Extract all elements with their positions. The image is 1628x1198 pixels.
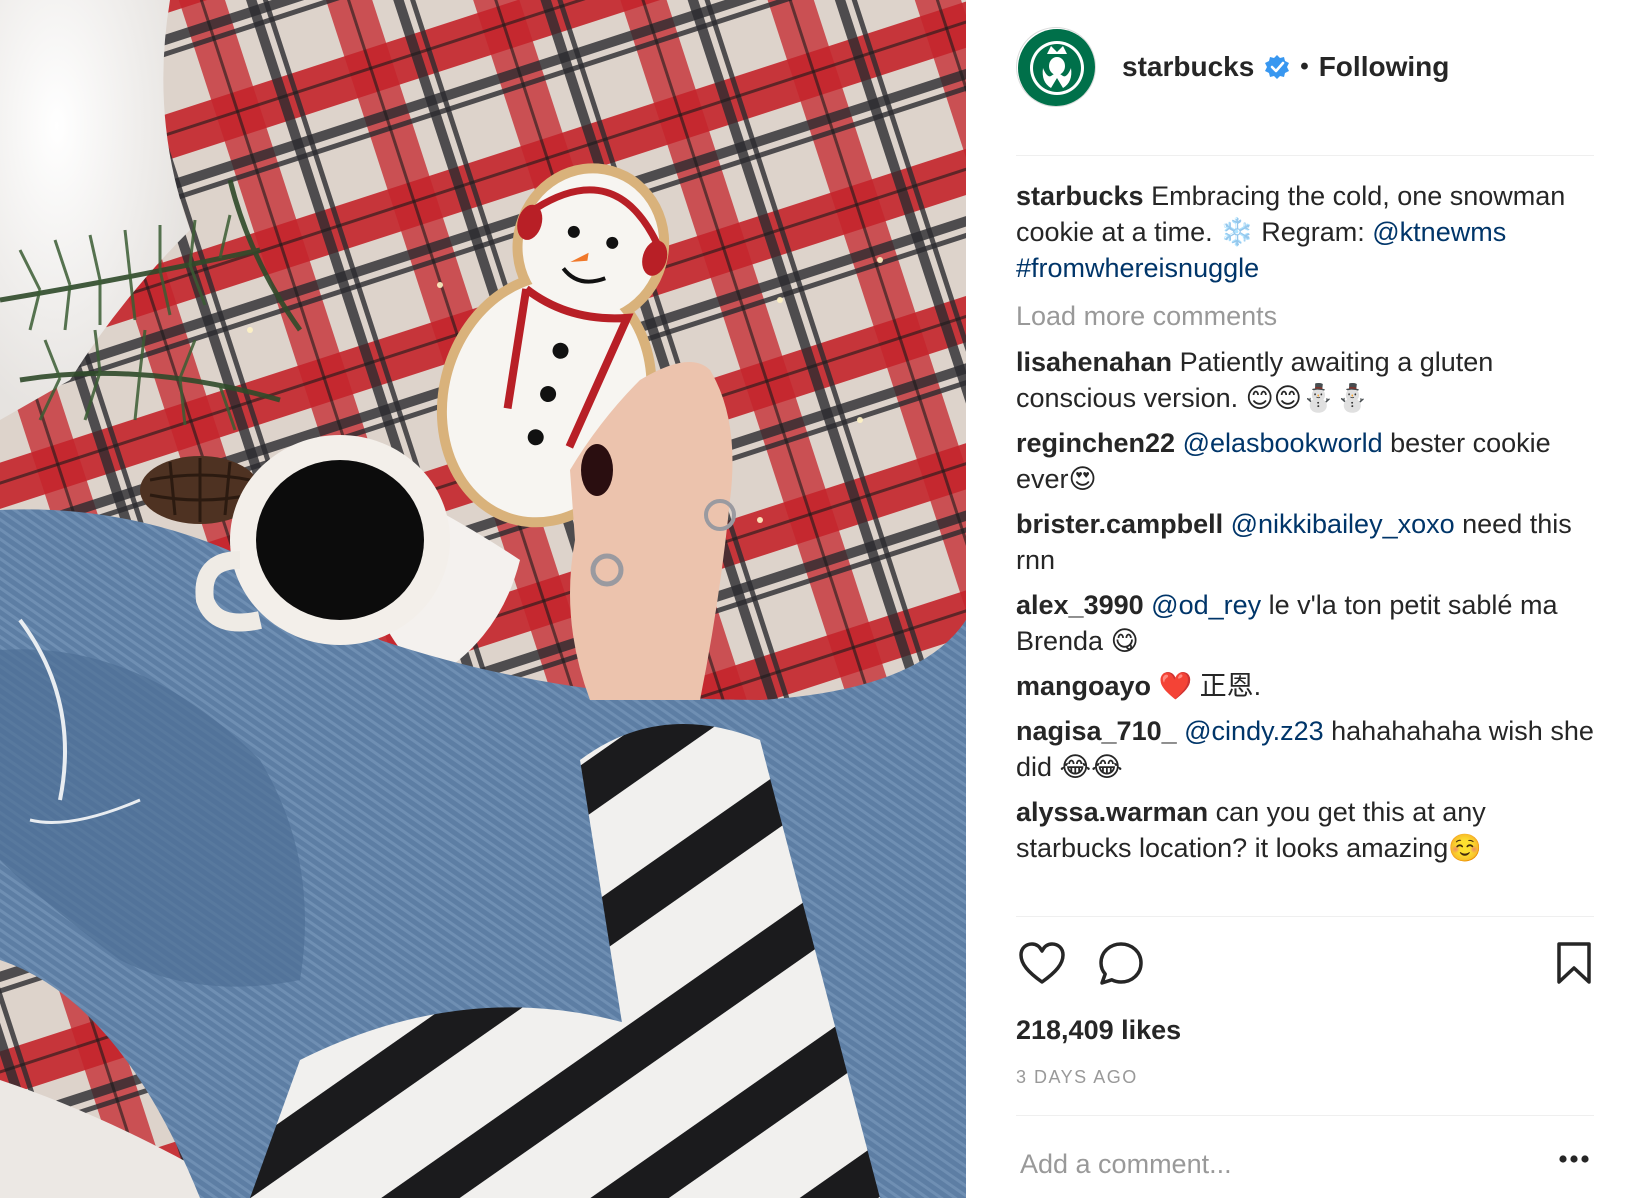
- following-button[interactable]: Following: [1319, 51, 1450, 83]
- comment-mention[interactable]: @elasbookworld: [1183, 428, 1383, 458]
- comment-mention[interactable]: @od_rey: [1151, 590, 1261, 620]
- comments-container: lisahenahan Patiently awaiting a gluten …: [1016, 344, 1594, 866]
- add-comment-row: [1016, 1115, 1594, 1195]
- header-separator: •: [1300, 52, 1309, 80]
- comment-item: nagisa_710_ @cindy.z23 hahahahaha wish s…: [1016, 713, 1594, 785]
- comment-item: brister.campbell @nikkibailey_xoxo need …: [1016, 506, 1594, 578]
- avatar[interactable]: [1016, 26, 1096, 107]
- add-comment-input[interactable]: [1020, 1144, 1520, 1184]
- load-more-comments-button[interactable]: Load more comments: [1016, 298, 1594, 334]
- action-bar: [1016, 917, 1594, 1007]
- post-photo[interactable]: [0, 0, 966, 1198]
- likes-count[interactable]: 218,409 likes: [1016, 1015, 1181, 1046]
- post-timestamp[interactable]: 3 DAYS AGO: [1016, 1067, 1138, 1088]
- ellipsis-icon[interactable]: [1558, 1154, 1590, 1164]
- comment-item: reginchen22 @elasbookworld bester cookie…: [1016, 425, 1594, 497]
- comment-item: alex_3990 @od_rey le v'la ton petit sabl…: [1016, 587, 1594, 659]
- comment-item: mangoayo ❤️ 正恩.: [1016, 668, 1594, 704]
- comment-username[interactable]: nagisa_710_: [1016, 716, 1177, 746]
- caption-username[interactable]: starbucks: [1016, 181, 1144, 211]
- comment-mention[interactable]: @nikkibailey_xoxo: [1231, 509, 1455, 539]
- comment-mention[interactable]: @cindy.z23: [1184, 716, 1323, 746]
- heart-outline-icon[interactable]: [1018, 941, 1066, 985]
- comment-text: ❤️ 正恩.: [1158, 671, 1262, 701]
- comment-username[interactable]: mangoayo: [1016, 671, 1151, 701]
- starbucks-siren-logo-icon: [1018, 28, 1095, 106]
- comment-username[interactable]: brister.campbell: [1016, 509, 1223, 539]
- post-header: starbucks • Following: [1016, 26, 1594, 156]
- header-username[interactable]: starbucks: [1122, 51, 1254, 83]
- comment-username[interactable]: alex_3990: [1016, 590, 1144, 620]
- comment-username[interactable]: lisahenahan: [1016, 347, 1172, 377]
- comment-username[interactable]: alyssa.warman: [1016, 797, 1208, 827]
- comments-list[interactable]: starbucks Embracing the cold, one snowma…: [1016, 178, 1594, 914]
- caption-mention[interactable]: @ktnewms: [1372, 217, 1506, 247]
- bookmark-icon[interactable]: [1556, 941, 1592, 985]
- post-photo-illustration: [0, 0, 966, 1198]
- verified-badge-icon: [1265, 54, 1290, 79]
- speech-bubble-icon[interactable]: [1098, 941, 1144, 987]
- instagram-post: starbucks • Following starbucks Embracin…: [0, 0, 1628, 1198]
- comment-username[interactable]: reginchen22: [1016, 428, 1175, 458]
- caption-hashtag[interactable]: #fromwhereisnuggle: [1016, 253, 1259, 283]
- comment-item: alyssa.warman can you get this at any st…: [1016, 794, 1594, 866]
- post-actions: 218,409 likes 3 DAYS AGO: [1016, 916, 1594, 1184]
- comment-item: lisahenahan Patiently awaiting a gluten …: [1016, 344, 1594, 416]
- post-caption: starbucks Embracing the cold, one snowma…: [1016, 178, 1594, 286]
- post-side-panel: starbucks • Following starbucks Embracin…: [966, 0, 1628, 1198]
